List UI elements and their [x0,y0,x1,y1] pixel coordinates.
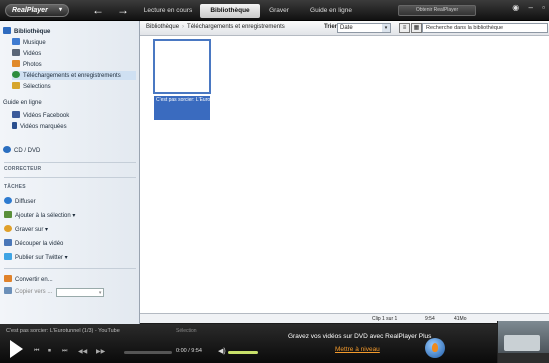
get-realplayer-button[interactable]: Obtenir RealPlayer [398,5,476,16]
library-content: C'est pas sorcier: L'Eurotunne... [140,36,549,313]
film-icon [12,49,20,56]
maximize-icon[interactable]: ▫ [542,3,545,12]
grid-view-icon[interactable]: ▦ [411,23,422,33]
back-arrow-icon[interactable]: ← [92,2,104,18]
task-copy-to[interactable]: Copier vers ... ▾ [4,287,105,297]
status-bar: Clip 1 sur 1 9:54 41Mo [140,313,549,323]
playlist-icon [12,82,20,89]
stop-icon[interactable]: ⏹ [48,348,51,355]
sidebar: Bibliothèque Musique Vidéos Photos Téléc… [0,21,140,324]
task-convert[interactable]: Convertir en... [4,275,53,284]
task-stream[interactable]: Diffuser [4,197,36,206]
sort-dropdown[interactable]: Date ▾ [337,23,391,33]
video-title[interactable]: C'est pas sorcier: L'Eurotunne... [154,96,210,120]
library-toolbar: Bibliothèque › Téléchargements et enregist… [140,21,549,36]
sidebar-item-cd-dvd[interactable]: CD / DVD [3,146,40,155]
previous-icon[interactable]: ⏮ [34,348,39,355]
add-playlist-icon [4,211,12,218]
video-preview[interactable] [497,321,549,363]
selection-toggle[interactable]: Sélection [176,328,246,336]
sidebar-item-downloads[interactable]: Téléchargements et enregistrements [12,71,136,80]
tab-library[interactable]: Bibliothèque [200,4,260,18]
fast-forward-icon[interactable]: ▶▶ [96,348,105,355]
promo-text: Gravez vos vidéos sur DVD avec RealPlaye… [288,333,432,340]
clip-count: Clip 1 sur 1 [372,316,398,322]
seek-slider[interactable] [124,351,172,354]
clip-duration: 9:54 [425,316,435,322]
search-input[interactable]: Recherche dans la bibliothèque [422,23,548,33]
clip-size: 41Mo [454,316,467,322]
logo-text: RealPlayer [12,7,48,14]
settings-icon[interactable]: ◉ [512,3,519,12]
sidebar-item-marked-videos[interactable]: Vidéos marquées [12,122,67,131]
breadcrumb-separator-icon: › [182,24,185,30]
next-icon[interactable]: ⏭ [62,348,67,355]
sidebar-item-photos[interactable]: Photos [12,60,42,69]
divider [4,177,136,178]
copy-to-dropdown[interactable]: ▾ [56,288,105,297]
rewind-icon[interactable]: ◀◀ [78,348,87,355]
music-icon [12,38,20,45]
minimize-icon[interactable]: – [528,3,532,12]
divider [4,268,136,269]
volume-icon[interactable]: ◀) [218,347,226,355]
task-publish-twitter[interactable]: Publier sur Twitter ▾ [4,253,68,262]
list-view-icon[interactable]: ≡ [399,23,410,33]
photo-icon [12,60,20,67]
twitter-icon [4,253,12,260]
download-icon [12,71,20,78]
task-trim-video[interactable]: Découper la vidéo [4,239,63,248]
convert-icon [4,275,12,282]
burn-icon [4,225,12,232]
tab-online-guide[interactable]: Guide en ligne [301,4,361,18]
volume-slider[interactable] [228,351,258,354]
sidebar-item-videos[interactable]: Vidéos [12,49,41,58]
task-add-to-playlist[interactable]: Ajouter à la sélection ▾ [4,211,75,220]
realplayer-plus-icon [425,338,445,358]
sidebar-item-online-guide[interactable]: Guide en ligne [3,99,42,108]
upgrade-link[interactable]: Mettre à niveau [335,346,380,353]
player-bar: C'est pas sorcier: L'Eurotunnel (1/3) - … [0,324,549,363]
stream-icon [4,197,12,204]
sidebar-item-playlists[interactable]: Sélections [12,82,51,91]
divider [4,162,136,163]
video-thumbnail[interactable] [153,39,211,94]
breadcrumb-downloads[interactable]: Téléchargements et enregistrements [187,24,285,30]
forward-arrow-icon[interactable]: → [117,2,129,18]
task-burn[interactable]: Graver sur ▾ [4,225,48,234]
section-header-correcteur: CORRECTEUR [4,166,42,172]
facebook-icon [12,111,20,118]
sidebar-item-library[interactable]: Bibliothèque [3,27,50,36]
breadcrumb-library[interactable]: Bibliothèque [146,24,179,30]
breadcrumb: Bibliothèque › Téléchargements et enregist… [146,24,285,30]
realplayer-menu-button[interactable]: RealPlayer ▾ [5,4,69,17]
now-playing-title: C'est pas sorcier: L'Eurotunnel (1/3) - … [6,328,120,334]
library-icon [3,27,11,34]
section-header-tasks: TÂCHES [4,184,26,190]
play-icon[interactable] [10,340,23,358]
sidebar-item-music[interactable]: Musique [12,38,46,47]
disc-icon [3,146,11,153]
scissors-icon [4,239,12,246]
bookmark-icon [12,122,17,129]
tab-now-playing[interactable]: Lecture en cours [140,4,196,18]
sidebar-item-facebook-videos[interactable]: Vidéos Facebook [12,111,69,120]
chevron-down-icon: ▾ [58,7,62,13]
title-bar: RealPlayer ▾ ← → Lecture en cours Biblio… [0,0,549,21]
device-icon [4,287,12,294]
tab-burn[interactable]: Graver [262,4,296,18]
playback-time: 0:00 / 9:54 [176,348,202,354]
chevron-down-icon: ▾ [382,24,390,32]
